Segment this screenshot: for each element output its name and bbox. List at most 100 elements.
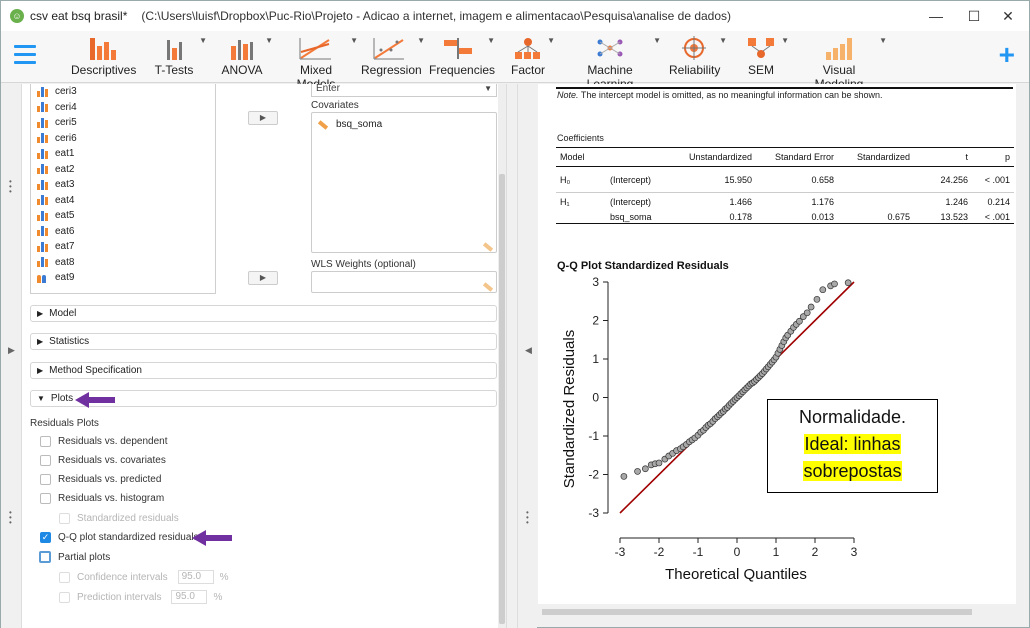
section-method-specification[interactable]: ▶ Method Specification bbox=[30, 362, 497, 379]
scale-variable-icon bbox=[37, 102, 49, 113]
list-item[interactable]: ceri3 bbox=[31, 84, 215, 100]
res-vs-covariates-checkbox[interactable]: Residuals vs. covariates bbox=[40, 455, 166, 466]
residuals-plots-heading: Residuals Plots bbox=[30, 418, 99, 429]
y-tick-label: 1 bbox=[592, 352, 599, 366]
collapse-right-icon[interactable]: ◀ bbox=[525, 346, 532, 355]
ribbon-machine-learning[interactable]: ▼ Machine Learning bbox=[567, 34, 661, 91]
list-item[interactable]: ceri4 bbox=[31, 100, 215, 116]
assign-covariate-button[interactable]: ▶ bbox=[248, 111, 278, 125]
section-model[interactable]: ▶ Model bbox=[30, 305, 497, 322]
wls-weights-box[interactable] bbox=[311, 271, 497, 293]
resize-icon[interactable] bbox=[482, 242, 494, 252]
data-point bbox=[641, 465, 649, 473]
ribbon-visual-modeling[interactable]: ▼ Visual Modeling bbox=[799, 34, 887, 91]
results-vertical-scrollbar[interactable] bbox=[1016, 84, 1029, 604]
close-button[interactable]: ✕ bbox=[985, 1, 1030, 31]
ribbon-descriptives[interactable]: Descriptives bbox=[71, 34, 136, 82]
scale-variable-icon bbox=[37, 195, 49, 206]
pane-splitter[interactable]: ◀ • • • bbox=[517, 84, 537, 628]
intercept-note: Note. The intercept model is omitted, as… bbox=[557, 90, 883, 100]
assign-wls-button[interactable]: ▶ bbox=[248, 271, 278, 285]
scale-variable-icon bbox=[37, 86, 49, 97]
ribbon-factor[interactable]: ▼ Factor bbox=[509, 34, 555, 82]
variable-list[interactable]: ceri3 ceri4 ceri5 ceri6 eat1 eat2 eat3 e… bbox=[30, 84, 216, 294]
t-tests-icon: ▼ bbox=[149, 34, 207, 60]
scrollbar-thumb[interactable] bbox=[542, 609, 972, 615]
machine-learning-icon: ▼ bbox=[567, 34, 661, 60]
x-axis-label: Theoretical Quantiles bbox=[665, 566, 807, 583]
app-window: ☺ csv eat bsq brasil* (C:\Users\luisf\Dr… bbox=[0, 0, 1030, 628]
qq-plot-checkbox[interactable]: ✓ Q-Q plot standardized residuals bbox=[40, 532, 199, 543]
table-row: bsq_soma 0.178 0.013 0.675 13.523 < .001 bbox=[556, 210, 1014, 224]
x-tick-label: 1 bbox=[773, 545, 780, 559]
scrollbar-thumb[interactable] bbox=[499, 174, 505, 624]
results-horizontal-scrollbar[interactable] bbox=[538, 606, 1029, 618]
prediction-intervals-checkbox[interactable]: Prediction intervals 95.0% bbox=[59, 590, 222, 604]
confidence-interval-input[interactable]: 95.0 bbox=[177, 570, 214, 584]
list-item[interactable]: eat3 bbox=[31, 177, 215, 193]
ribbon-anova[interactable]: ▼ ANOVA bbox=[219, 34, 273, 82]
window-path: (C:\Users\luisf\Dropbox\Puc-Rio\Projeto … bbox=[141, 9, 732, 23]
x-tick-label: 0 bbox=[734, 545, 741, 559]
data-point bbox=[655, 459, 663, 467]
ribbon-label: ANOVA bbox=[221, 63, 263, 77]
list-item[interactable]: eat2 bbox=[31, 162, 215, 178]
list-item[interactable]: eat4 bbox=[31, 193, 215, 209]
data-point bbox=[803, 309, 811, 317]
ribbon-label: SEM bbox=[747, 63, 774, 77]
reliability-icon: ▼ bbox=[669, 34, 727, 60]
ribbon-t-tests[interactable]: ▼ T-Tests bbox=[149, 34, 207, 82]
visual-modeling-icon: ▼ bbox=[799, 34, 887, 60]
res-vs-predicted-checkbox[interactable]: Residuals vs. predicted bbox=[40, 474, 161, 485]
drag-handle-icon[interactable]: • • • bbox=[9, 509, 13, 527]
list-item[interactable]: ceri5 bbox=[31, 115, 215, 131]
options-scrollbar[interactable] bbox=[498, 84, 506, 628]
ribbon-reliability[interactable]: ▼ Reliability bbox=[669, 34, 727, 82]
menu-icon[interactable] bbox=[14, 45, 36, 65]
ribbon-regression[interactable]: ▼ Regression bbox=[361, 34, 425, 82]
collapse-left-icon[interactable]: ▶ bbox=[8, 346, 15, 355]
data-point bbox=[813, 295, 821, 303]
anova-icon: ▼ bbox=[219, 34, 273, 60]
list-item[interactable]: eat8 bbox=[31, 255, 215, 271]
scale-variable-icon bbox=[37, 117, 49, 128]
prediction-interval-input[interactable]: 95.0 bbox=[171, 590, 208, 604]
results-panel: Note. The intercept model is omitted, as… bbox=[538, 84, 1021, 604]
covariate-item[interactable]: bsq_soma bbox=[317, 119, 382, 130]
section-statistics[interactable]: ▶ Statistics bbox=[30, 333, 497, 350]
list-item[interactable]: ceri6 bbox=[31, 131, 215, 147]
app-icon: ☺ bbox=[10, 9, 24, 23]
drag-handle-icon[interactable]: • • • bbox=[9, 178, 13, 196]
y-tick-label: -3 bbox=[588, 506, 599, 520]
ribbon-label: Factor bbox=[510, 63, 545, 77]
list-item[interactable]: eat7 bbox=[31, 239, 215, 255]
qq-plot-title: Q-Q Plot Standardized Residuals bbox=[557, 260, 729, 272]
x-tick-label: -2 bbox=[654, 545, 665, 559]
resize-icon[interactable] bbox=[482, 282, 494, 292]
ribbon-sem[interactable]: ▼ SEM bbox=[741, 34, 789, 82]
variable-list-scrollbar[interactable] bbox=[215, 84, 216, 120]
list-item[interactable]: eat9 bbox=[31, 270, 215, 286]
drag-handle-icon[interactable]: • • • bbox=[526, 509, 530, 527]
list-item[interactable]: eat6 bbox=[31, 224, 215, 240]
confidence-intervals-checkbox[interactable]: Confidence intervals 95.0% bbox=[59, 570, 229, 584]
partial-plots-checkbox[interactable]: Partial plots bbox=[39, 551, 110, 563]
mixed-models-icon: ▼ bbox=[282, 34, 358, 60]
ribbon-mixed-models[interactable]: ▼ Mixed Models bbox=[282, 34, 358, 91]
covariates-box[interactable]: bsq_soma bbox=[311, 112, 497, 253]
ribbon-frequencies[interactable]: ▼ Frequencies bbox=[429, 34, 495, 82]
res-vs-histogram-checkbox[interactable]: Residuals vs. histogram bbox=[40, 493, 164, 504]
scale-variable-icon bbox=[37, 179, 49, 190]
list-item[interactable]: eat1 bbox=[31, 146, 215, 162]
standardized-residuals-checkbox[interactable]: Standardized residuals bbox=[59, 513, 179, 524]
y-tick-label: -2 bbox=[588, 468, 599, 482]
list-item[interactable]: eat5 bbox=[31, 208, 215, 224]
scale-variable-icon bbox=[37, 257, 49, 268]
x-tick-label: -1 bbox=[693, 545, 704, 559]
scale-variable-icon bbox=[37, 148, 49, 159]
add-module-button[interactable]: + bbox=[999, 41, 1015, 69]
data-point bbox=[831, 280, 838, 288]
res-vs-dependent-checkbox[interactable]: Residuals vs. dependent bbox=[40, 436, 168, 447]
method-select[interactable]: Enter ▼ bbox=[311, 84, 497, 97]
data-point bbox=[620, 473, 628, 480]
